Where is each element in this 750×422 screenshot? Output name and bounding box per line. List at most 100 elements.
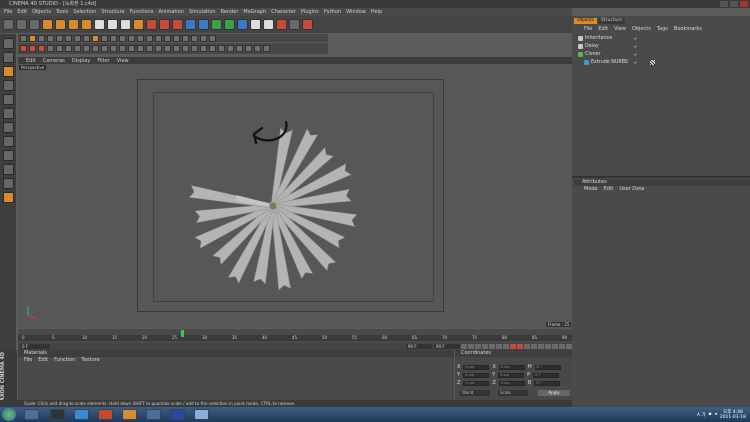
position-z-field[interactable]: 0 cm: [463, 380, 490, 386]
app-icon[interactable]: [50, 409, 65, 420]
menu-character[interactable]: Character: [271, 9, 296, 15]
obj-menu-tags[interactable]: Tags: [657, 26, 668, 33]
tool-icon[interactable]: [74, 45, 81, 52]
tab-objects[interactable]: Objects: [574, 18, 598, 24]
tool-icon[interactable]: [20, 45, 27, 52]
max-frame-field[interactable]: 90 F: [434, 344, 460, 349]
position-x-field[interactable]: 0 cm: [463, 364, 490, 370]
tool-icon[interactable]: [146, 45, 153, 52]
volume-icon[interactable]: ◂: [715, 412, 717, 417]
tool-icon[interactable]: [200, 34, 207, 42]
attr-menu-edit[interactable]: Edit: [604, 186, 614, 193]
current-frame-marker[interactable]: [181, 330, 184, 337]
coord-mode-select[interactable]: World: [460, 390, 490, 396]
points-mode-icon[interactable]: [2, 94, 14, 105]
cinema4d-taskbar-icon[interactable]: [194, 409, 209, 420]
tool-icon[interactable]: [83, 34, 90, 42]
tool-icon[interactable]: [164, 34, 171, 42]
tool-icon[interactable]: [245, 45, 252, 52]
pla-key-icon[interactable]: [559, 344, 565, 349]
tool-icon[interactable]: [65, 45, 72, 52]
previous-key-icon[interactable]: [468, 344, 474, 349]
keyframe-selection-icon[interactable]: [524, 344, 530, 349]
object-mode-icon[interactable]: [2, 66, 14, 77]
end-frame-field[interactable]: 90 F: [406, 344, 432, 349]
menu-python[interactable]: Python: [324, 9, 341, 15]
recent-tool-icon[interactable]: [81, 19, 92, 30]
obj-menu-edit[interactable]: Edit: [598, 26, 608, 33]
menu-edit[interactable]: Edit: [17, 9, 27, 15]
menu-selection[interactable]: Selection: [73, 9, 96, 15]
network-icon[interactable]: ▪: [709, 412, 712, 417]
y-axis-icon[interactable]: [107, 19, 118, 30]
tool-icon[interactable]: [191, 45, 198, 52]
previous-frame-icon[interactable]: [475, 344, 481, 349]
tool-icon[interactable]: [128, 34, 135, 42]
size-mode-select[interactable]: Scale: [498, 390, 528, 396]
menu-window[interactable]: Window: [346, 9, 366, 15]
axis-mode-icon[interactable]: [2, 136, 14, 147]
tool-icon[interactable]: [65, 34, 72, 42]
layout-icon[interactable]: [289, 19, 300, 30]
panel-divider[interactable]: [572, 176, 750, 178]
tool-icon[interactable]: [110, 45, 117, 52]
light-icon[interactable]: [276, 19, 287, 30]
app-icon[interactable]: [170, 409, 185, 420]
object-row-extrude-nurbs[interactable]: Extrude NURBS ✔: [584, 59, 674, 66]
tweak-mode-icon[interactable]: [2, 150, 14, 161]
apply-button[interactable]: Apply: [538, 390, 570, 396]
tool-icon[interactable]: [29, 45, 36, 52]
tool-icon[interactable]: [173, 45, 180, 52]
checker-tag-icon[interactable]: [650, 60, 655, 65]
menu-tools[interactable]: Tools: [56, 9, 68, 15]
tool-icon[interactable]: [83, 45, 90, 52]
tool-icon[interactable]: [155, 34, 162, 42]
live-selection-icon[interactable]: [29, 19, 40, 30]
rotate-icon[interactable]: [68, 19, 79, 30]
visibility-check-icon[interactable]: ✔: [634, 36, 644, 41]
size-y-field[interactable]: 0 cm: [498, 372, 525, 378]
texture-mode-icon[interactable]: [2, 80, 14, 91]
explorer-icon[interactable]: [24, 409, 39, 420]
maximize-button[interactable]: [730, 1, 738, 7]
render-picture-viewer-icon[interactable]: [159, 19, 170, 30]
tool-icon[interactable]: [236, 45, 243, 52]
tool-icon[interactable]: [146, 34, 153, 42]
menu-render[interactable]: Render: [221, 9, 239, 15]
tool-icon[interactable]: [47, 34, 54, 42]
tool-icon[interactable]: [173, 34, 180, 42]
size-z-field[interactable]: 0 cm: [498, 380, 525, 386]
tool-icon[interactable]: [29, 34, 36, 42]
snap-icon[interactable]: [2, 164, 14, 175]
subdivision-surface-icon[interactable]: [211, 19, 222, 30]
tool-icon[interactable]: [38, 34, 45, 42]
tool-icon[interactable]: [119, 34, 126, 42]
rotation-key-icon[interactable]: [545, 344, 551, 349]
tool-icon[interactable]: [263, 45, 270, 52]
locked-workplane-icon[interactable]: [2, 192, 14, 203]
menu-functions[interactable]: Functions: [130, 9, 154, 15]
tool-icon[interactable]: [191, 34, 198, 42]
tool-icon[interactable]: [254, 45, 261, 52]
tool-icon[interactable]: [155, 45, 162, 52]
record-icon[interactable]: [510, 344, 516, 349]
material-menu-edit[interactable]: Edit: [38, 357, 48, 364]
tool-icon[interactable]: [209, 45, 216, 52]
next-frame-icon[interactable]: [489, 344, 495, 349]
size-x-field[interactable]: 0 cm: [498, 364, 525, 370]
tool-icon[interactable]: [137, 45, 144, 52]
start-button[interactable]: [2, 408, 16, 421]
visibility-check-icon[interactable]: ✔: [634, 52, 644, 57]
object-row-cloner[interactable]: Cloner ✔: [578, 51, 668, 58]
menu-file[interactable]: File: [4, 9, 12, 15]
timeline-ruler[interactable]: 0 5 10 15 20 25 30 35 40 45 50 55 60 65 70 75 80 85 90: [18, 335, 572, 341]
parameter-key-icon[interactable]: [552, 344, 558, 349]
obj-menu-view[interactable]: View: [614, 26, 626, 33]
tool-icon[interactable]: [119, 45, 126, 52]
x-axis-icon[interactable]: [94, 19, 105, 30]
tool-icon[interactable]: [182, 34, 189, 42]
move-icon[interactable]: [42, 19, 53, 30]
tool-icon[interactable]: [92, 45, 99, 52]
next-key-icon[interactable]: [496, 344, 502, 349]
viewport-menu-filter[interactable]: Filter: [97, 58, 109, 64]
